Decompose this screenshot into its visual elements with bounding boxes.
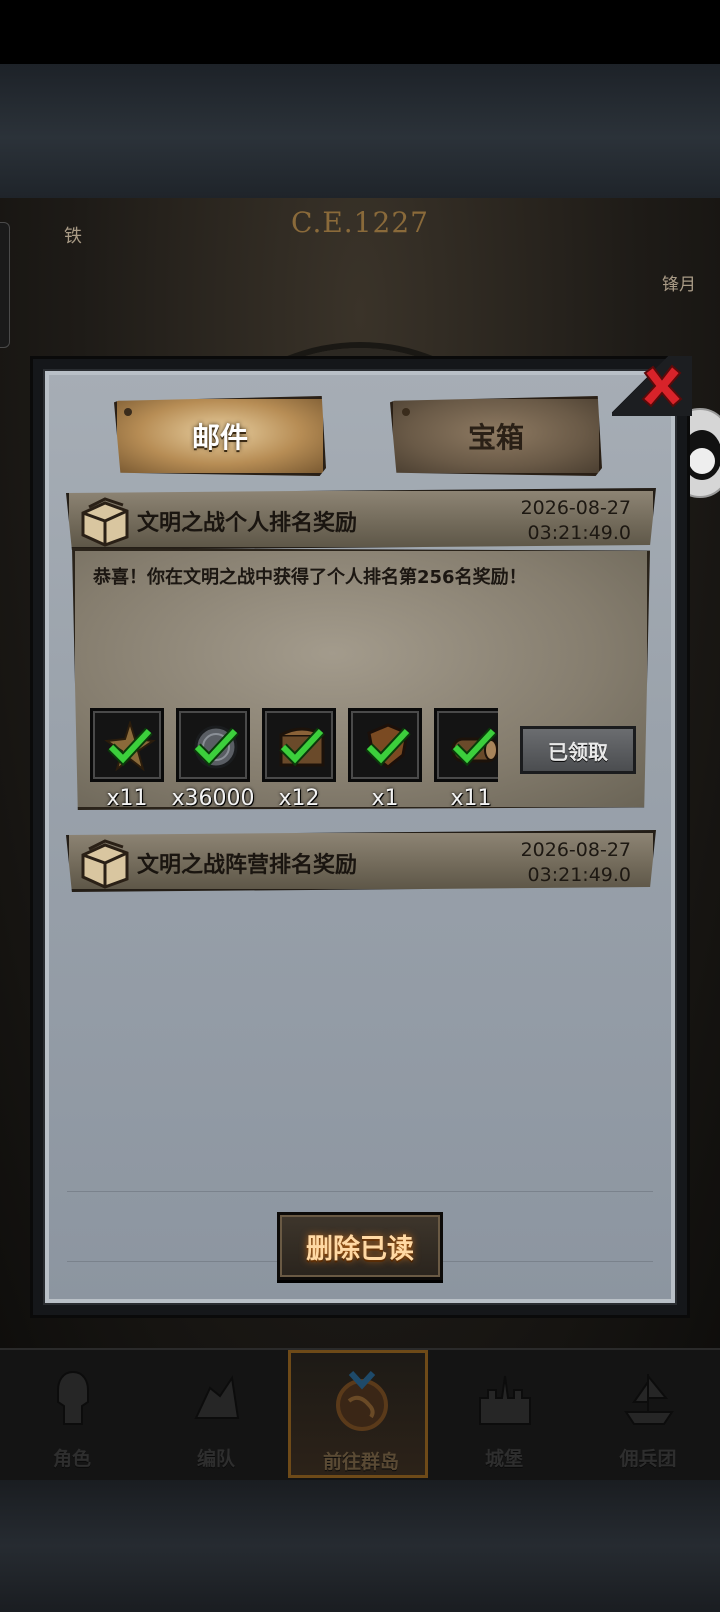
mail-time: 03:21:49.0 <box>527 522 631 544</box>
nav-label: 编队 <box>196 1448 235 1470</box>
mail-title: 文明之战个人排名奖励 <box>137 511 358 536</box>
nav-item-castle[interactable]: 城堡 <box>434 1350 574 1478</box>
globe-icon <box>336 1371 388 1431</box>
mail-date: 2026-08-27 <box>520 497 631 519</box>
reward-list: x11 x36000 x12 x1 x11 <box>88 700 498 820</box>
mail-time: 03:21:49.0 <box>527 864 631 886</box>
mail-title: 文明之战阵营排名奖励 <box>137 853 358 878</box>
mercenary-ship-icon <box>624 1374 674 1425</box>
delete-read-button[interactable]: 删除已读 <box>277 1212 443 1280</box>
close-button[interactable] <box>636 360 688 412</box>
reward-count: x11 <box>450 786 492 811</box>
delete-read-label: 删除已读 <box>306 1233 414 1265</box>
nav-item-islands[interactable]: 前往群岛 <box>288 1350 428 1478</box>
reward-count: x11 <box>106 786 148 811</box>
wood-log-icon <box>451 727 498 767</box>
reward-item[interactable] <box>176 708 250 782</box>
nav-label: 角色 <box>52 1448 91 1470</box>
scene-right-label: 锋月 <box>662 275 696 295</box>
mail-date: 2026-08-27 <box>520 839 631 861</box>
tab-mail[interactable]: 邮件 <box>114 396 326 476</box>
top-fog <box>0 64 720 198</box>
mail-chest-icon <box>81 839 129 889</box>
castle-icon <box>479 1375 531 1425</box>
tab-chest-label: 宝箱 <box>467 421 524 454</box>
nav-label: 佣兵团 <box>619 1448 677 1470</box>
claimed-button[interactable]: 已领取 <box>520 726 636 774</box>
reward-item[interactable] <box>434 708 498 782</box>
mail-chest-icon <box>81 497 129 547</box>
tab-chest[interactable]: 宝箱 <box>390 396 602 476</box>
nav-item-role[interactable]: 角色 <box>2 1350 142 1478</box>
reward-item[interactable] <box>262 708 336 782</box>
reward-count: x1 <box>371 786 399 811</box>
era-label: C.E.1227 <box>291 206 429 239</box>
nav-item-mercenary[interactable]: 佣兵团 <box>578 1350 718 1478</box>
reward-count: x12 <box>278 786 320 811</box>
mail-datetime: 2026-08-27 03:21:49.0 <box>521 838 631 888</box>
tab-mail-label: 邮件 <box>191 421 248 454</box>
mail-item-header[interactable]: 文明之战阵营排名奖励 2026-08-27 03:21:49.0 <box>66 830 656 892</box>
scene-left-char: 铁 <box>64 226 82 247</box>
left-drawer-handle[interactable] <box>0 222 10 348</box>
star-emblem-icon <box>104 721 156 771</box>
treasure-chest-icon <box>279 727 325 767</box>
mail-body-text: 恭喜！你在文明之战中获得了个人排名第256名奖励！ <box>93 567 527 588</box>
silver-coin-icon <box>193 725 239 769</box>
nav-item-formation[interactable]: 编队 <box>146 1350 286 1478</box>
close-icon <box>641 364 683 408</box>
knight-icon <box>57 1370 89 1425</box>
formation-icon <box>194 1375 240 1419</box>
shield-icon <box>365 723 411 769</box>
mail-datetime: 2026-08-27 03:21:49.0 <box>521 496 631 546</box>
mail-item-header[interactable]: 文明之战个人排名奖励 2026-08-27 03:21:49.0 <box>66 488 656 550</box>
reward-item[interactable] <box>348 708 422 782</box>
status-bar-area <box>0 0 720 64</box>
claimed-label: 已领取 <box>548 739 608 764</box>
reward-item[interactable] <box>90 708 164 782</box>
reward-count: x36000 <box>171 786 255 811</box>
bottom-fog <box>0 1480 720 1612</box>
nav-label: 城堡 <box>484 1448 523 1470</box>
nav-label: 前往群岛 <box>322 1451 399 1473</box>
